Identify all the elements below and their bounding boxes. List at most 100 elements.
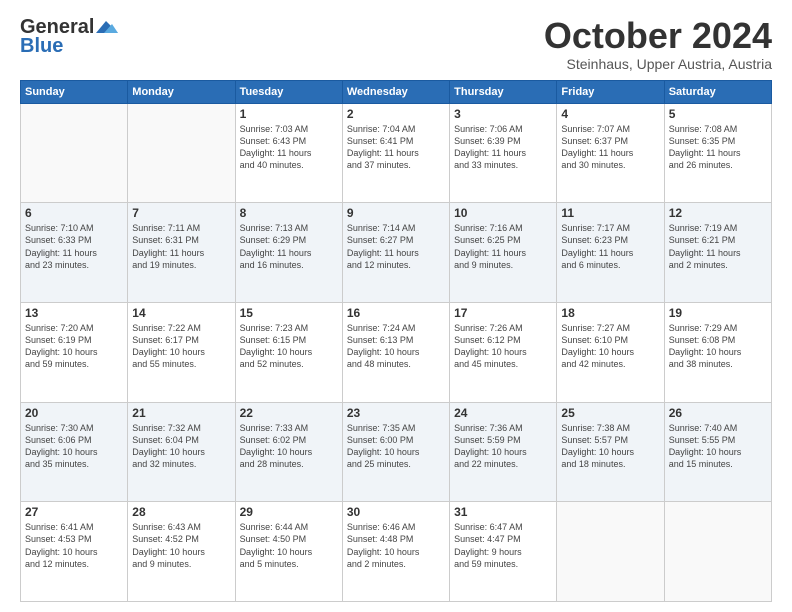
day-info: Sunrise: 6:43 AM Sunset: 4:52 PM Dayligh… <box>132 521 230 570</box>
weekday-header-saturday: Saturday <box>664 80 771 103</box>
logo-blue: Blue <box>20 35 63 58</box>
calendar-week-row: 6 Sunrise: 7:10 AM Sunset: 6:33 PM Daylig… <box>21 203 772 303</box>
calendar-cell: 6 Sunrise: 7:10 AM Sunset: 6:33 PM Daylig… <box>21 203 128 303</box>
calendar-cell: 7 Sunrise: 7:11 AM Sunset: 6:31 PM Daylig… <box>128 203 235 303</box>
calendar-cell: 26 Sunrise: 7:40 AM Sunset: 5:55 PM Dayli… <box>664 402 771 502</box>
calendar-cell: 27Sunrise: 6:41 AM Sunset: 4:53 PM Dayli… <box>21 502 128 602</box>
calendar-cell: 25 Sunrise: 7:38 AM Sunset: 5:57 PM Dayli… <box>557 402 664 502</box>
month-title: October 2024 <box>544 16 772 56</box>
day-number: 8 <box>240 206 338 220</box>
day-info: Sunrise: 7:11 AM Sunset: 6:31 PM Dayligh… <box>132 222 230 271</box>
day-number: 23 <box>347 406 445 420</box>
day-info: Sunrise: 7:20 AM Sunset: 6:19 PM Dayligh… <box>25 322 123 371</box>
weekday-header-friday: Friday <box>557 80 664 103</box>
calendar-cell: 31 Sunrise: 6:47 AM Sunset: 4:47 PM Dayli… <box>450 502 557 602</box>
calendar-cell: 30Sunrise: 6:46 AM Sunset: 4:48 PM Dayli… <box>342 502 449 602</box>
weekday-header-monday: Monday <box>128 80 235 103</box>
calendar-cell: 8 Sunrise: 7:13 AM Sunset: 6:29 PM Daylig… <box>235 203 342 303</box>
day-number: 29 <box>240 505 338 519</box>
calendar-cell: 3 Sunrise: 7:06 AM Sunset: 6:39 PM Daylig… <box>450 103 557 203</box>
calendar-cell: 9 Sunrise: 7:14 AM Sunset: 6:27 PM Daylig… <box>342 203 449 303</box>
day-number: 16 <box>347 306 445 320</box>
calendar-table: SundayMondayTuesdayWednesdayThursdayFrid… <box>20 80 772 602</box>
calendar-cell <box>557 502 664 602</box>
page: General Blue October 2024 Steinhaus, Upp… <box>0 0 792 612</box>
day-info: Sunrise: 7:08 AM Sunset: 6:35 PM Dayligh… <box>669 123 767 172</box>
calendar-cell <box>664 502 771 602</box>
day-number: 18 <box>561 306 659 320</box>
day-number: 10 <box>454 206 552 220</box>
day-info: Sunrise: 7:26 AM Sunset: 6:12 PM Dayligh… <box>454 322 552 371</box>
day-info: Sunrise: 7:32 AM Sunset: 6:04 PM Dayligh… <box>132 422 230 471</box>
weekday-header-row: SundayMondayTuesdayWednesdayThursdayFrid… <box>21 80 772 103</box>
calendar-body: 1 Sunrise: 7:03 AM Sunset: 6:43 PM Daylig… <box>21 103 772 601</box>
calendar-cell: 19 Sunrise: 7:29 AM Sunset: 6:08 PM Dayli… <box>664 302 771 402</box>
logo: General Blue <box>20 16 118 58</box>
day-number: 5 <box>669 107 767 121</box>
day-info: Sunrise: 7:03 AM Sunset: 6:43 PM Dayligh… <box>240 123 338 172</box>
day-number: 24 <box>454 406 552 420</box>
calendar-cell: 17 Sunrise: 7:26 AM Sunset: 6:12 PM Dayli… <box>450 302 557 402</box>
day-number: 22 <box>240 406 338 420</box>
day-number: 2 <box>347 107 445 121</box>
calendar-cell: 11 Sunrise: 7:17 AM Sunset: 6:23 PM Dayli… <box>557 203 664 303</box>
weekday-header-sunday: Sunday <box>21 80 128 103</box>
calendar-cell: 5 Sunrise: 7:08 AM Sunset: 6:35 PM Daylig… <box>664 103 771 203</box>
day-info: Sunrise: 7:10 AM Sunset: 6:33 PM Dayligh… <box>25 222 123 271</box>
day-info: Sunrise: 7:14 AM Sunset: 6:27 PM Dayligh… <box>347 222 445 271</box>
calendar-cell: 2 Sunrise: 7:04 AM Sunset: 6:41 PM Daylig… <box>342 103 449 203</box>
day-info: Sunrise: 7:23 AM Sunset: 6:15 PM Dayligh… <box>240 322 338 371</box>
day-number: 6 <box>25 206 123 220</box>
day-info: Sunrise: 7:24 AM Sunset: 6:13 PM Dayligh… <box>347 322 445 371</box>
day-info: Sunrise: 6:47 AM Sunset: 4:47 PM Dayligh… <box>454 521 552 570</box>
calendar-cell: 4Sunrise: 7:07 AM Sunset: 6:37 PM Daylig… <box>557 103 664 203</box>
weekday-header-wednesday: Wednesday <box>342 80 449 103</box>
day-info: Sunrise: 7:36 AM Sunset: 5:59 PM Dayligh… <box>454 422 552 471</box>
header: General Blue October 2024 Steinhaus, Upp… <box>20 16 772 72</box>
day-number: 17 <box>454 306 552 320</box>
calendar-cell: 10 Sunrise: 7:16 AM Sunset: 6:25 PM Dayli… <box>450 203 557 303</box>
title-block: October 2024 Steinhaus, Upper Austria, A… <box>544 16 772 72</box>
day-number: 13 <box>25 306 123 320</box>
location-subtitle: Steinhaus, Upper Austria, Austria <box>544 56 772 72</box>
day-number: 21 <box>132 406 230 420</box>
calendar-cell: 24 Sunrise: 7:36 AM Sunset: 5:59 PM Dayli… <box>450 402 557 502</box>
logo-icon <box>96 19 118 35</box>
day-info: Sunrise: 7:19 AM Sunset: 6:21 PM Dayligh… <box>669 222 767 271</box>
day-info: Sunrise: 7:40 AM Sunset: 5:55 PM Dayligh… <box>669 422 767 471</box>
day-number: 31 <box>454 505 552 519</box>
day-info: Sunrise: 7:06 AM Sunset: 6:39 PM Dayligh… <box>454 123 552 172</box>
day-number: 20 <box>25 406 123 420</box>
calendar-cell: 18 Sunrise: 7:27 AM Sunset: 6:10 PM Dayli… <box>557 302 664 402</box>
calendar-cell: 16 Sunrise: 7:24 AM Sunset: 6:13 PM Dayli… <box>342 302 449 402</box>
day-number: 27 <box>25 505 123 519</box>
day-info: Sunrise: 7:29 AM Sunset: 6:08 PM Dayligh… <box>669 322 767 371</box>
day-number: 15 <box>240 306 338 320</box>
day-info: Sunrise: 7:13 AM Sunset: 6:29 PM Dayligh… <box>240 222 338 271</box>
calendar-cell: 20Sunrise: 7:30 AM Sunset: 6:06 PM Dayli… <box>21 402 128 502</box>
day-info: Sunrise: 7:17 AM Sunset: 6:23 PM Dayligh… <box>561 222 659 271</box>
day-number: 9 <box>347 206 445 220</box>
day-info: Sunrise: 6:44 AM Sunset: 4:50 PM Dayligh… <box>240 521 338 570</box>
day-number: 3 <box>454 107 552 121</box>
calendar-cell: 1 Sunrise: 7:03 AM Sunset: 6:43 PM Daylig… <box>235 103 342 203</box>
calendar-cell: 23Sunrise: 7:35 AM Sunset: 6:00 PM Dayli… <box>342 402 449 502</box>
day-number: 1 <box>240 107 338 121</box>
calendar-cell <box>21 103 128 203</box>
calendar-week-row: 27Sunrise: 6:41 AM Sunset: 4:53 PM Dayli… <box>21 502 772 602</box>
calendar-cell: 12 Sunrise: 7:19 AM Sunset: 6:21 PM Dayli… <box>664 203 771 303</box>
day-info: Sunrise: 7:33 AM Sunset: 6:02 PM Dayligh… <box>240 422 338 471</box>
day-number: 25 <box>561 406 659 420</box>
day-number: 11 <box>561 206 659 220</box>
calendar-cell <box>128 103 235 203</box>
day-info: Sunrise: 7:38 AM Sunset: 5:57 PM Dayligh… <box>561 422 659 471</box>
day-info: Sunrise: 7:16 AM Sunset: 6:25 PM Dayligh… <box>454 222 552 271</box>
day-info: Sunrise: 7:27 AM Sunset: 6:10 PM Dayligh… <box>561 322 659 371</box>
calendar-week-row: 20Sunrise: 7:30 AM Sunset: 6:06 PM Dayli… <box>21 402 772 502</box>
day-number: 7 <box>132 206 230 220</box>
weekday-header-thursday: Thursday <box>450 80 557 103</box>
day-number: 19 <box>669 306 767 320</box>
day-number: 12 <box>669 206 767 220</box>
day-number: 26 <box>669 406 767 420</box>
day-info: Sunrise: 7:04 AM Sunset: 6:41 PM Dayligh… <box>347 123 445 172</box>
